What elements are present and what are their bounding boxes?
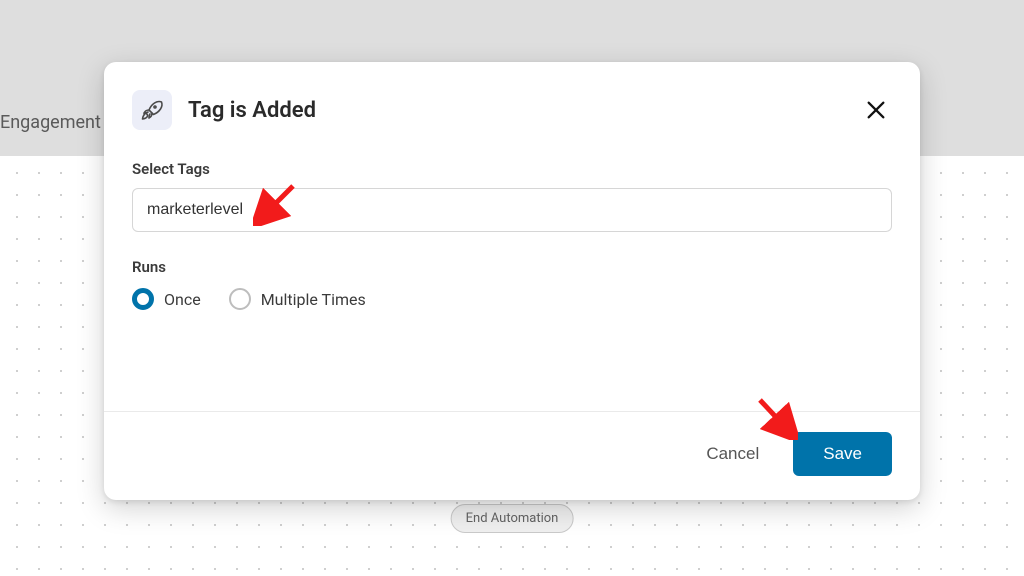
runs-label: Runs [132, 258, 892, 276]
modal-header: Tag is Added [104, 62, 920, 140]
modal-overlay: Tag is Added Select Tags Runs Once [0, 0, 1024, 576]
modal-footer: Cancel Save [104, 411, 920, 500]
save-button[interactable]: Save [793, 432, 892, 476]
radio-icon [132, 288, 154, 310]
select-tags-label: Select Tags [132, 160, 892, 178]
cancel-button[interactable]: Cancel [696, 436, 769, 472]
tag-input-wrap[interactable] [132, 188, 892, 232]
radio-icon [229, 288, 251, 310]
tag-added-modal: Tag is Added Select Tags Runs Once [104, 62, 920, 500]
runs-option-multiple[interactable]: Multiple Times [229, 288, 366, 310]
runs-option-once[interactable]: Once [132, 288, 201, 310]
tag-input[interactable] [147, 201, 877, 219]
rocket-icon [132, 90, 172, 130]
runs-radio-group: Once Multiple Times [132, 288, 892, 310]
runs-option-once-label: Once [164, 290, 201, 309]
close-icon [865, 99, 887, 121]
close-button[interactable] [860, 94, 892, 126]
modal-title: Tag is Added [188, 98, 860, 123]
runs-option-multiple-label: Multiple Times [261, 290, 366, 309]
modal-body: Select Tags Runs Once Multiple Times [104, 140, 920, 411]
